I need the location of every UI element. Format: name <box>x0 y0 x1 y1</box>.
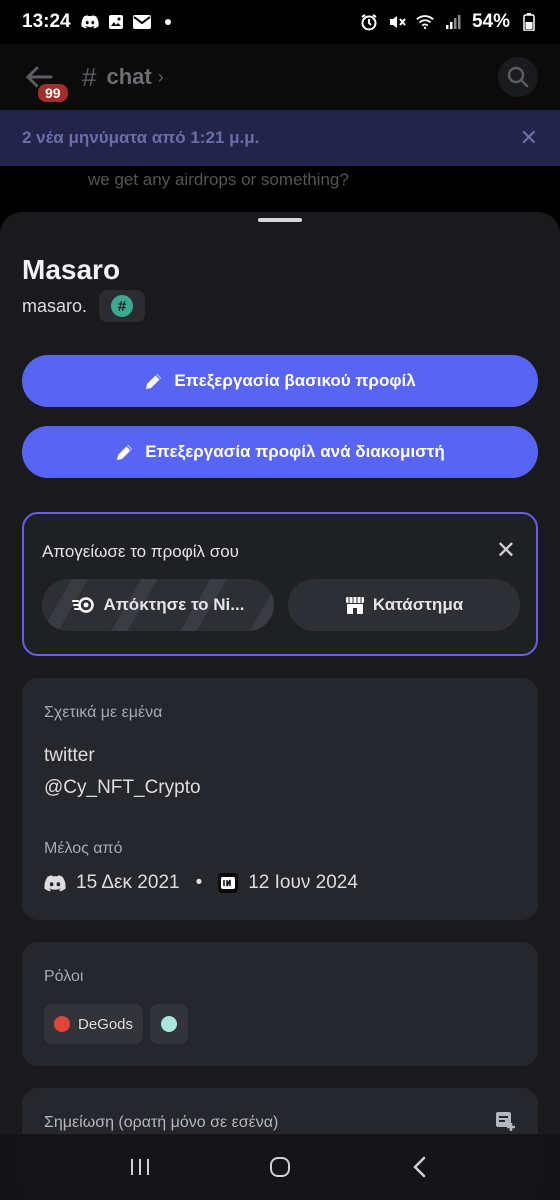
role-chip-unnamed[interactable] <box>150 1004 188 1044</box>
notification-icons <box>80 13 177 31</box>
search-icon <box>507 66 529 88</box>
upgrade-profile-card: Απογείωσε το προφίλ σου ✕ Απόκτησε το Νi… <box>22 512 538 656</box>
date-separator: • <box>195 872 203 893</box>
discord-join-date: 15 Δεκ 2021 <box>76 872 180 893</box>
member-since-label: Μέλος από <box>44 840 123 857</box>
home-button[interactable] <box>260 1147 300 1187</box>
background-message: we get any airdrops or something? <box>88 170 349 189</box>
note-label: Σημείωση (ορατή μόνο σε εσένα) <box>44 1114 279 1131</box>
nitro-icon <box>71 597 94 613</box>
roles-card: Ρόλοι DeGods <box>22 942 538 1066</box>
roles-label: Ρόλοι <box>44 968 84 985</box>
about-me-label: Σχετικά με εμένα <box>44 704 163 721</box>
hashtag-badge-icon: # <box>111 295 134 317</box>
role-name: DeGods <box>78 1015 134 1033</box>
new-messages-text: 2 νέα μηνύματα από 1:21 μ.μ. <box>22 128 260 147</box>
handle-row: masaro. # <box>22 290 146 322</box>
shop-icon <box>345 597 364 614</box>
discord-icon <box>80 13 99 31</box>
close-icon[interactable]: ✕ <box>520 125 538 151</box>
mail-icon <box>132 13 151 31</box>
status-bar: 13:24 54% <box>0 0 560 44</box>
battery-icon <box>520 13 538 31</box>
role-chip-degods[interactable]: DeGods <box>44 1004 144 1044</box>
status-time: 13:24 <box>22 11 71 32</box>
search-button[interactable] <box>498 57 538 97</box>
about-me-card: Σχετικά με εμένα twitter @Cy_NFT_Crypto … <box>22 678 538 920</box>
shop-button[interactable]: Κατάστημα <box>288 579 520 631</box>
recents-icon <box>131 1159 149 1175</box>
member-since-row: 15 Δεκ 2021 • 12 Ιουν 2024 <box>44 872 358 894</box>
profile-sheet: Masaro masaro. # Επεξεργασία βασικού προ… <box>0 212 560 1200</box>
system-nav-bar <box>0 1134 560 1200</box>
channel-name[interactable]: chat <box>106 64 151 90</box>
pencil-icon <box>117 445 133 460</box>
system-icons: 54% <box>360 11 538 33</box>
shop-label: Κατάστημα <box>372 595 464 614</box>
edit-server-profile-label: Επεξεργασία προφίλ ανά διακομιστή <box>145 442 445 461</box>
mute-icon <box>388 13 406 31</box>
unread-badge: 99 <box>36 82 70 104</box>
edit-main-profile-label: Επεξεργασία βασικού προφίλ <box>174 371 416 390</box>
discord-icon <box>44 874 66 891</box>
display-name: Masaro <box>22 254 121 285</box>
close-icon[interactable]: ✕ <box>496 536 516 565</box>
sheet-grabber[interactable] <box>258 218 302 222</box>
username: masaro. <box>22 295 88 316</box>
add-note-icon[interactable] <box>494 1110 516 1137</box>
back-button[interactable]: 99 <box>22 60 70 104</box>
new-messages-bar[interactable]: 2 νέα μηνύματα από 1:21 μ.μ. ✕ <box>0 110 560 166</box>
get-nitro-button[interactable]: Απόκτησε το Νi... <box>42 579 274 631</box>
get-nitro-label: Απόκτησε το Νi... <box>103 595 245 614</box>
edit-server-profile-button[interactable]: Επεξεργασία προφίλ ανά διακομιστή <box>22 426 538 478</box>
dot-icon <box>159 13 177 31</box>
about-line-2: @Cy_NFT_Crypto <box>44 777 201 798</box>
image-icon <box>107 13 125 31</box>
recents-button[interactable] <box>120 1147 160 1187</box>
role-color-dot <box>54 1016 70 1032</box>
about-line-1: twitter <box>44 745 95 766</box>
wifi-icon <box>416 13 434 31</box>
upgrade-title: Απογείωσε το προφίλ σου <box>42 542 239 561</box>
edit-main-profile-button[interactable]: Επεξεργασία βασικού προφίλ <box>22 355 538 407</box>
back-nav-button[interactable] <box>400 1147 440 1187</box>
chevron-left-icon <box>413 1156 426 1178</box>
home-icon <box>270 1157 290 1177</box>
server-join-date: 12 Ιουν 2024 <box>248 872 358 893</box>
pencil-icon <box>146 374 162 389</box>
role-color-dot <box>161 1016 177 1032</box>
chat-header: 99 # chat › <box>0 44 560 110</box>
alarm-icon <box>360 13 378 31</box>
battery-percent: 54% <box>471 11 510 32</box>
server-icon <box>218 873 239 893</box>
signal-icon <box>444 13 462 31</box>
badge-button[interactable]: # <box>99 290 146 322</box>
channel-hash-icon: # <box>82 61 97 92</box>
chevron-right-icon: › <box>157 66 164 87</box>
